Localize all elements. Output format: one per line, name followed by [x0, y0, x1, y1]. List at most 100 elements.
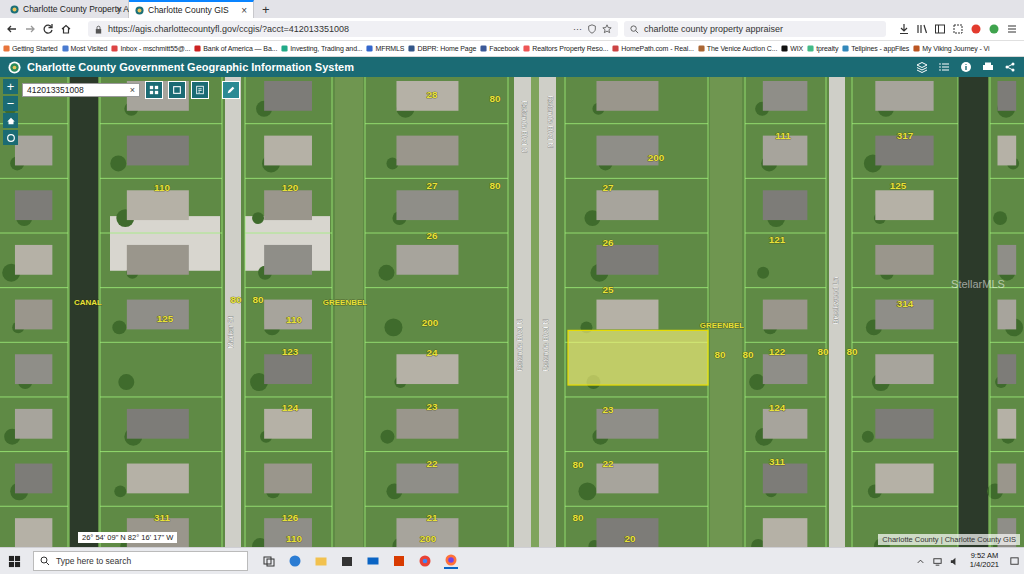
selected-parcel[interactable] — [568, 330, 708, 385]
map-label: 28 — [426, 89, 438, 100]
edge-browser-icon[interactable] — [288, 554, 302, 568]
map-label: 317 — [897, 130, 914, 141]
draw-tool-button[interactable] — [222, 81, 240, 99]
file-explorer-icon[interactable] — [314, 554, 328, 568]
shield-icon[interactable] — [587, 24, 597, 34]
bookmark[interactable]: Realtors Property Reso... — [523, 45, 608, 52]
share-icon[interactable] — [1004, 61, 1016, 73]
network-icon[interactable] — [932, 556, 943, 567]
parcel-line — [100, 451, 222, 452]
account-search-field[interactable]: 412013351008× — [22, 83, 140, 97]
zoom-out-button[interactable]: − — [3, 96, 18, 111]
parcel-line — [990, 233, 1024, 234]
clock[interactable]: 9:52 AM1/4/2021 — [966, 552, 1003, 569]
windows-logo-icon[interactable] — [8, 555, 21, 568]
house-roof — [127, 300, 189, 330]
tab-close-button[interactable]: × — [241, 5, 247, 16]
zoom-in-button[interactable]: + — [3, 79, 18, 94]
house-roof — [997, 409, 1016, 439]
bookmark[interactable]: Bank of America — Ba... — [194, 45, 277, 52]
tray-arrow-icon[interactable] — [915, 556, 926, 567]
notes-tool-button[interactable] — [191, 81, 209, 99]
address-bar[interactable]: https://agis.charlottecountyfl.gov/ccgis… — [88, 21, 618, 37]
tab-close-button[interactable]: × — [116, 4, 122, 15]
bookmark[interactable]: HomePath.com - Real... — [612, 45, 694, 52]
house-roof — [763, 354, 808, 384]
bookmark-star-icon[interactable] — [602, 24, 612, 34]
parcel-line — [245, 233, 332, 234]
account-icon[interactable] — [988, 23, 1000, 35]
parcel-line — [990, 506, 1024, 507]
download-icon[interactable] — [898, 23, 910, 35]
parcel-line — [365, 506, 508, 507]
tree — [862, 431, 874, 443]
bookmark-favicon-icon — [913, 45, 920, 52]
parcel-line — [222, 77, 223, 547]
list-icon[interactable] — [938, 61, 950, 73]
sidebar-icon[interactable] — [934, 23, 946, 35]
map-label: 111 — [775, 130, 791, 141]
bookmark[interactable]: Tellpines - appFiles — [842, 45, 909, 52]
bookmark-favicon-icon — [807, 45, 814, 52]
map-label: Rotonda Blvd N — [541, 319, 550, 371]
taskbar-search-field[interactable]: Type here to search — [33, 551, 248, 571]
info-icon[interactable] — [960, 61, 972, 73]
browser-tab[interactable]: Charlotte County GIS× — [129, 0, 254, 18]
gis-map[interactable]: CANALGREENBELGREENBELMarker StRotonda Bl… — [0, 77, 1024, 547]
parcel-line — [0, 287, 68, 288]
office-icon[interactable] — [392, 554, 406, 568]
bookmark[interactable]: Investing, Trading and... — [281, 45, 362, 52]
back-arrow-icon[interactable] — [6, 23, 18, 35]
page-actions-button[interactable]: ··· — [573, 24, 582, 34]
parcel-line — [990, 178, 1024, 179]
bookmark[interactable]: MFRMLS — [366, 45, 404, 52]
home-extent-button[interactable] — [3, 113, 18, 128]
bookmark[interactable]: WIX — [781, 45, 803, 52]
map-label: 125 — [157, 313, 174, 324]
select-tool-button[interactable] — [168, 81, 186, 99]
tree — [757, 267, 769, 279]
bookmark[interactable]: Inbox - mschmitt55@... — [111, 45, 190, 52]
home-icon[interactable] — [60, 23, 72, 35]
menu-icon[interactable] — [1006, 23, 1018, 35]
volume-icon[interactable] — [949, 556, 960, 567]
browser-search-field[interactable]: charlotte county property appraiser — [624, 21, 886, 37]
bookmark[interactable]: Most Visited — [62, 45, 108, 52]
clear-search-button[interactable]: × — [130, 85, 135, 95]
bookmark[interactable]: tprealty — [807, 45, 838, 52]
house-roof — [396, 409, 458, 439]
new-tab-button[interactable]: + — [254, 0, 278, 18]
parcel-line — [245, 123, 332, 124]
bookmark[interactable]: Facebook — [480, 45, 519, 52]
bookmark[interactable]: DBPR: Home Page — [408, 45, 476, 52]
extension-icon[interactable] — [970, 23, 982, 35]
square-icon — [172, 85, 182, 95]
bookmark[interactable]: My Viking Journey - Vi — [913, 45, 989, 52]
grid-tool-button[interactable] — [145, 81, 163, 99]
chrome-icon[interactable] — [418, 554, 432, 568]
forward-arrow-icon[interactable] — [24, 23, 36, 35]
search-icon — [630, 25, 639, 34]
mail-icon[interactable] — [366, 554, 380, 568]
browser-tab[interactable]: Charlotte County Property App× — [4, 0, 129, 18]
firefox-icon[interactable] — [444, 553, 458, 569]
screenshot-icon[interactable] — [952, 23, 964, 35]
house-roof — [763, 300, 808, 330]
tab-bar: Charlotte County Property App×Charlotte … — [0, 0, 1024, 18]
bookmark[interactable]: Getting Started — [3, 45, 58, 52]
aerial-map[interactable]: CANALGREENBELGREENBELMarker StRotonda Bl… — [0, 77, 1024, 547]
task-view-icon[interactable] — [262, 554, 276, 568]
map-label: GREENBEL — [700, 321, 745, 330]
layers-icon[interactable] — [916, 61, 928, 73]
bookmark[interactable]: The Venice Auction C... — [698, 45, 777, 52]
print-icon[interactable] — [982, 61, 994, 73]
library-icon[interactable] — [916, 23, 928, 35]
map-label: 311 — [769, 456, 786, 467]
parcel-line — [565, 233, 708, 234]
notifications-icon[interactable] — [1009, 556, 1020, 567]
house-roof — [264, 354, 312, 384]
reload-icon[interactable] — [42, 23, 54, 35]
store-icon[interactable] — [340, 554, 354, 568]
locate-button[interactable] — [3, 130, 18, 145]
map-label: 123 — [282, 346, 299, 357]
